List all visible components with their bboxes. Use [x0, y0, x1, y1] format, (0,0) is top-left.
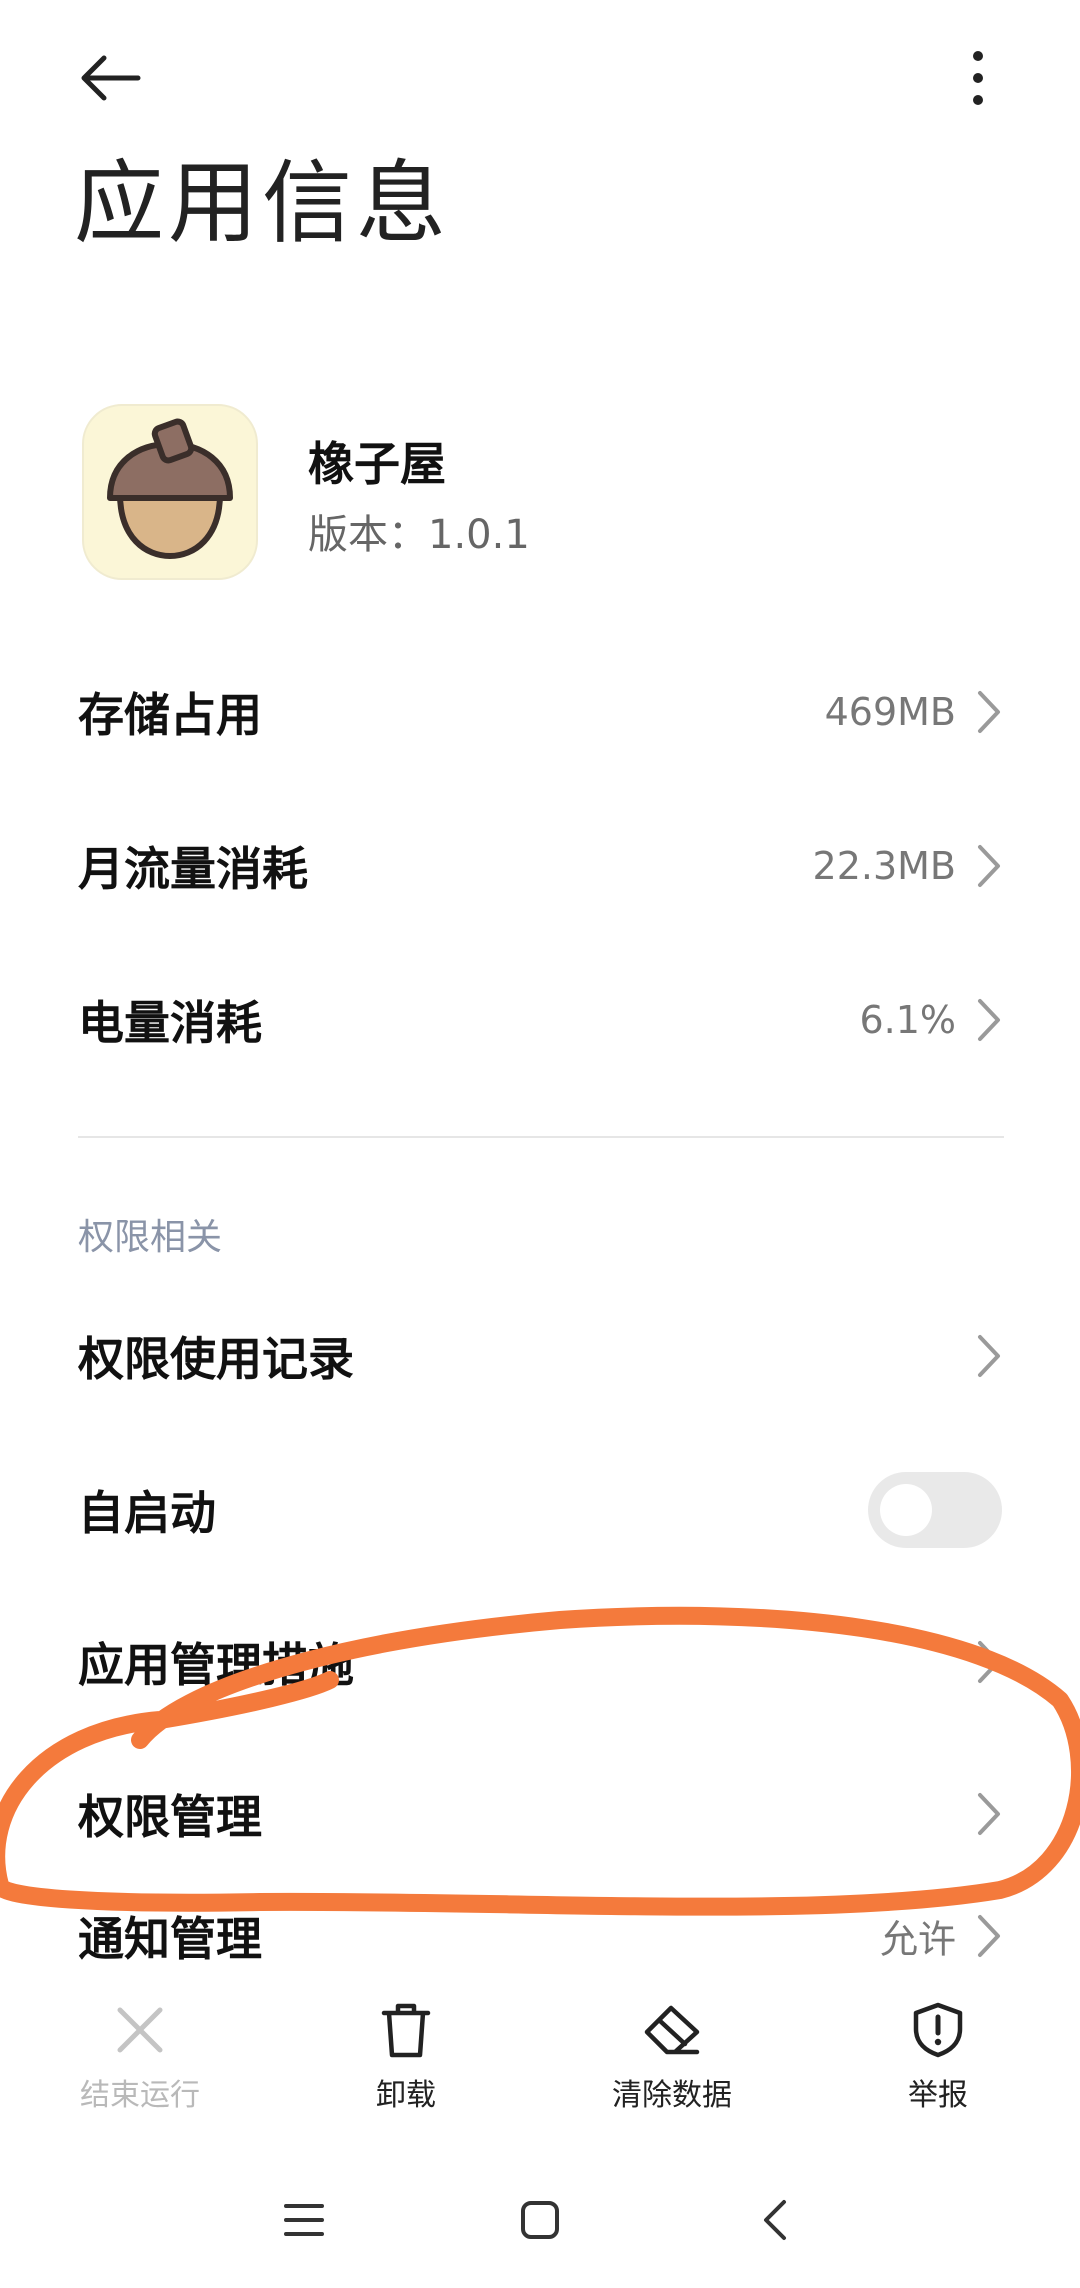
row-autostart: 自启动: [0, 1440, 1080, 1580]
row-label: 电量消耗: [78, 996, 262, 1050]
toggle-knob: [880, 1484, 932, 1536]
app-name: 橡子屋: [308, 437, 446, 491]
bottom-action-bar: 结束运行 卸载 清除数据 举报: [0, 2000, 1080, 2130]
back-button[interactable]: [62, 30, 158, 126]
row-label: 自启动: [78, 1486, 216, 1540]
page-title: 应用信息: [74, 151, 450, 256]
row-label: 权限使用记录: [78, 1332, 354, 1386]
chevron-right-icon: [978, 845, 1000, 887]
row-value: 469MB: [824, 690, 956, 734]
divider: [78, 1136, 1004, 1138]
row-data-usage[interactable]: 月流量消耗 22.3MB: [0, 796, 1080, 936]
autostart-toggle[interactable]: [868, 1472, 1002, 1548]
app-version: 版本：1.0.1: [308, 512, 530, 558]
recents-button[interactable]: [254, 2170, 354, 2270]
home-button[interactable]: [490, 2170, 590, 2270]
more-options-button[interactable]: [930, 30, 1026, 126]
more-vertical-icon: [973, 51, 983, 105]
force-stop-button[interactable]: 结束运行: [40, 2000, 240, 2130]
action-label: 结束运行: [80, 2078, 200, 2113]
row-label: 应用管理措施: [78, 1638, 354, 1692]
shield-alert-icon: [913, 2002, 963, 2058]
clear-data-button[interactable]: 清除数据: [572, 2000, 772, 2130]
acorn-app-icon: [82, 404, 258, 580]
row-app-management[interactable]: 应用管理措施: [0, 1592, 1080, 1732]
chevron-right-icon: [978, 1793, 1000, 1835]
row-label: 月流量消耗: [78, 842, 308, 896]
back-icon: [764, 2200, 786, 2240]
eraser-icon: [644, 2005, 700, 2055]
system-navigation-bar: [0, 2170, 1080, 2270]
row-value: 22.3MB: [812, 844, 956, 888]
action-label: 举报: [908, 2078, 968, 2113]
row-permission-management[interactable]: 权限管理: [0, 1744, 1080, 1884]
row-battery[interactable]: 电量消耗 6.1%: [0, 950, 1080, 1090]
row-notification-management[interactable]: 通知管理 允许: [0, 1896, 1080, 1976]
chevron-right-icon: [978, 999, 1000, 1041]
row-value: 6.1%: [859, 998, 956, 1042]
report-button[interactable]: 举报: [838, 2000, 1038, 2130]
row-value: 允许: [879, 1917, 956, 1962]
uninstall-button[interactable]: 卸载: [306, 2000, 506, 2130]
row-label: 通知管理: [78, 1912, 262, 1966]
row-label: 权限管理: [78, 1790, 262, 1844]
row-label: 存储占用: [78, 688, 262, 742]
arrow-left-icon: [81, 55, 141, 101]
row-permission-records[interactable]: 权限使用记录: [0, 1286, 1080, 1426]
action-label: 清除数据: [612, 2078, 732, 2113]
row-storage[interactable]: 存储占用 469MB: [0, 642, 1080, 782]
chevron-right-icon: [978, 691, 1000, 733]
section-title: 权限相关: [78, 1217, 223, 1258]
close-icon: [117, 2007, 163, 2053]
system-back-button[interactable]: [724, 2170, 824, 2270]
menu-icon: [284, 2204, 324, 2236]
trash-icon: [381, 2003, 431, 2058]
chevron-right-icon: [978, 1641, 1000, 1683]
action-label: 卸载: [376, 2078, 436, 2113]
home-icon: [521, 2201, 559, 2239]
chevron-right-icon: [978, 1915, 1000, 1957]
chevron-right-icon: [978, 1335, 1000, 1377]
